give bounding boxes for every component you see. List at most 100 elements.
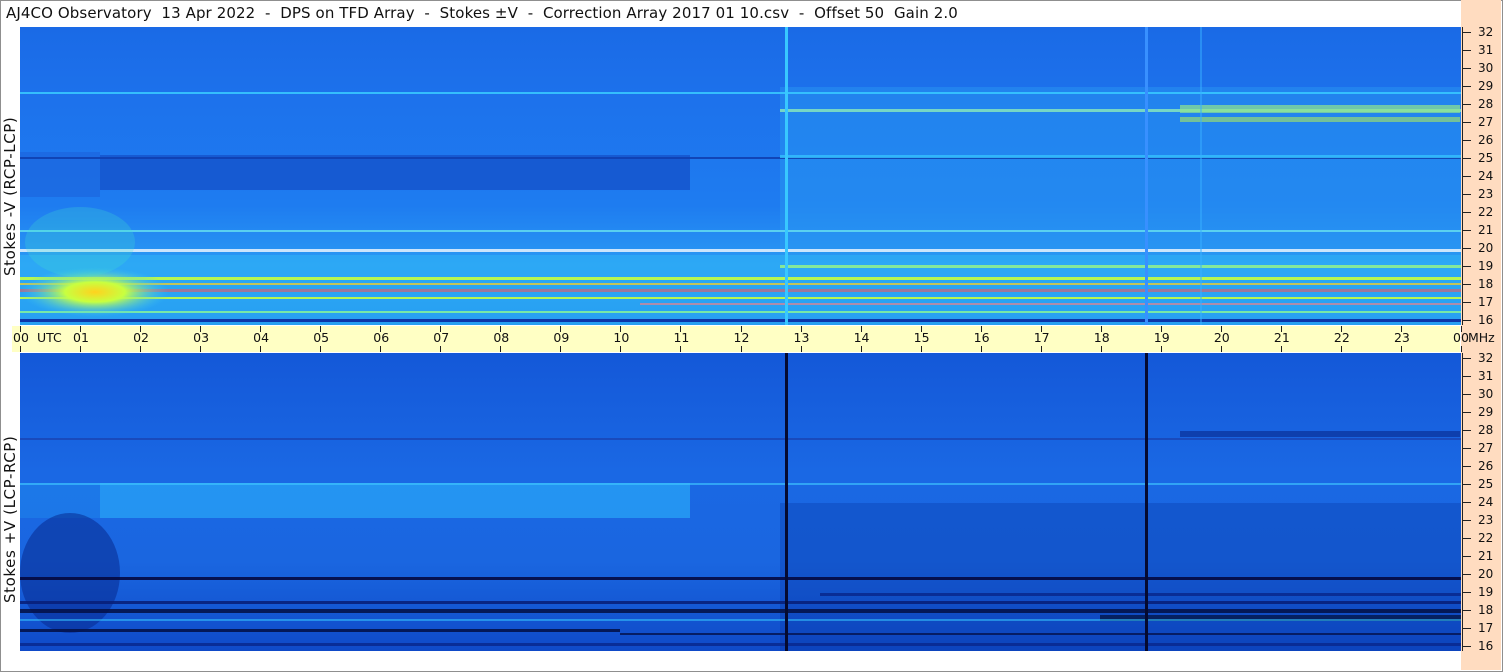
freq-tick-mark [1462, 358, 1471, 359]
top-freq-tick-label: 18 [1478, 277, 1494, 291]
top-freq-tick-label: 22 [1478, 205, 1494, 219]
freq-tick-mark [1462, 284, 1471, 285]
freq-tick-mark [1462, 448, 1471, 449]
time-tick-mark [1220, 346, 1222, 352]
top-panel-axis-label: Stokes -V (RCP-LCP) [1, 116, 19, 276]
bottom-freq-tick-label: 31 [1478, 369, 1494, 383]
time-tick-label: 08 [493, 330, 510, 345]
time-tick-label: 03 [193, 330, 210, 345]
top-freq-tick-label: 27 [1478, 115, 1494, 129]
freq-tick-mark [1462, 538, 1471, 539]
bottom-freq-tick-label: 19 [1478, 585, 1494, 599]
bottom-freq-tick-label: 30 [1478, 387, 1494, 401]
time-tick-mark [1400, 346, 1402, 352]
time-tick-label: 00 [1453, 330, 1469, 345]
time-tick-label: 22 [1333, 330, 1350, 345]
time-tick-label: 10 [613, 330, 630, 345]
freq-tick-mark [1462, 646, 1471, 647]
freq-tick-mark [1462, 158, 1471, 159]
time-tick-label: 16 [973, 330, 990, 345]
bottom-freq-tick-label: 24 [1478, 495, 1494, 509]
time-tick-mark [1220, 326, 1222, 332]
freq-tick-mark [1462, 502, 1471, 503]
top-freq-tick-label: 25 [1478, 151, 1494, 165]
freq-tick-mark [1462, 86, 1471, 87]
time-tick-mark [620, 326, 622, 332]
time-tick-mark [200, 326, 202, 332]
freq-tick-mark [1462, 302, 1471, 303]
freq-tick-mark [1462, 212, 1471, 213]
time-tick-label: 15 [913, 330, 930, 345]
time-tick-mark [1040, 326, 1042, 332]
time-tick-mark [800, 326, 802, 332]
freq-tick-mark [1462, 592, 1471, 593]
time-tick-mark [440, 346, 442, 352]
freq-tick-mark [1462, 466, 1471, 467]
time-tick-label: 07 [433, 330, 450, 345]
time-tick-mark [140, 346, 142, 352]
top-freq-tick-label: 32 [1478, 25, 1494, 39]
time-tick-label: 17 [1033, 330, 1050, 345]
time-tick-mark [80, 326, 82, 332]
time-tick-label: 04 [253, 330, 270, 345]
top-freq-tick-label: 23 [1478, 187, 1494, 201]
freq-tick-mark [1462, 68, 1471, 69]
time-tick-mark [260, 346, 262, 352]
time-tick-mark [80, 346, 82, 352]
time-tick-mark [1040, 346, 1042, 352]
top-freq-tick-label: 21 [1478, 223, 1494, 237]
bottom-freq-tick-label: 25 [1478, 477, 1494, 491]
time-tick-label: 18 [1093, 330, 1110, 345]
top-freq-tick-label: 28 [1478, 97, 1494, 111]
time-tick-mark [320, 346, 322, 352]
time-tick-label: 05 [313, 330, 330, 345]
bottom-freq-tick-label: 21 [1478, 549, 1494, 563]
time-tick-label: 02 [133, 330, 149, 345]
time-tick-label: 09 [553, 330, 570, 345]
time-tick-label: 14 [853, 330, 870, 345]
freq-tick-mark [1462, 230, 1471, 231]
bottom-freq-tick-label: 32 [1478, 351, 1494, 365]
bottom-freq-tick-label: 16 [1478, 639, 1494, 653]
freq-tick-mark [1462, 248, 1471, 249]
freq-tick-mark [1462, 194, 1471, 195]
time-tick-label: 11 [673, 330, 690, 345]
time-tick-mark [1100, 326, 1102, 332]
time-tick-label: 19 [1153, 330, 1170, 345]
time-tick-label: 20 [1213, 330, 1230, 345]
time-tick-mark [1160, 346, 1162, 352]
top-spectrogram-image [20, 27, 1461, 325]
time-tick-mark [380, 346, 382, 352]
time-tick-mark [860, 346, 862, 352]
freq-tick-mark [1462, 122, 1471, 123]
time-tick-mark [1400, 326, 1402, 332]
time-tick-mark [1280, 326, 1282, 332]
time-tick-mark [1461, 326, 1462, 332]
bottom-freq-tick-label: 28 [1478, 423, 1494, 437]
time-tick-mark [680, 346, 682, 352]
time-tick-mark [260, 326, 262, 332]
time-tick-mark [980, 326, 982, 332]
time-tick-mark [500, 346, 502, 352]
freq-tick-mark [1462, 412, 1471, 413]
time-tick-mark [1461, 346, 1462, 352]
freq-tick-mark [1462, 556, 1471, 557]
bottom-freq-tick-label: 20 [1478, 567, 1494, 581]
time-tick-label: 23 [1393, 330, 1410, 345]
time-tick-mark [560, 326, 562, 332]
time-tick-mark [200, 346, 202, 352]
time-tick-label: MHz [1468, 330, 1495, 345]
time-tick-mark [1340, 346, 1342, 352]
time-tick-label: 21 [1273, 330, 1290, 345]
time-tick-mark [320, 326, 322, 332]
freq-tick-mark [1462, 574, 1471, 575]
time-tick-mark [620, 346, 622, 352]
freq-tick-mark [1462, 320, 1471, 321]
bottom-freq-tick-label: 18 [1478, 603, 1494, 617]
time-tick-mark [380, 326, 382, 332]
time-tick-mark [440, 326, 442, 332]
top-freq-tick-label: 20 [1478, 241, 1494, 255]
freq-tick-mark [1462, 376, 1471, 377]
time-tick-label: 00 [13, 330, 29, 345]
time-tick-mark [800, 346, 802, 352]
